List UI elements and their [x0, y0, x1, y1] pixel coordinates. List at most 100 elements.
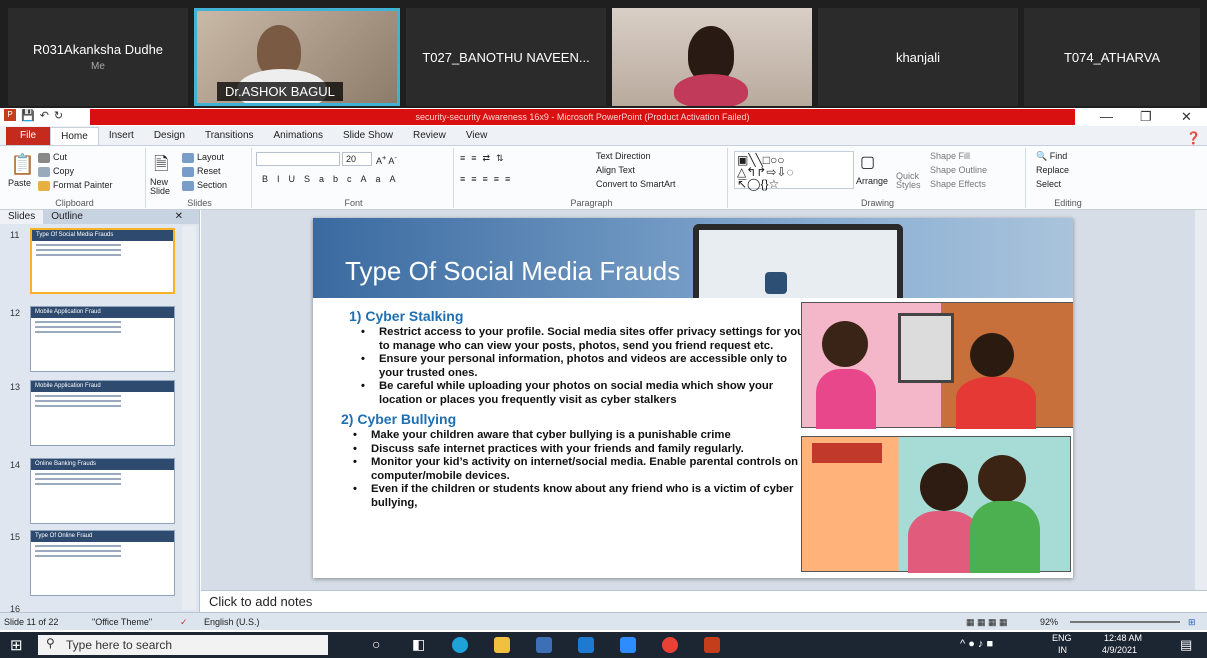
tab-slide-show[interactable]: Slide Show [333, 127, 403, 145]
chrome-icon[interactable] [662, 637, 678, 653]
section-heading: 1) Cyber Stalking [349, 308, 464, 324]
cut-button[interactable]: Cut [38, 152, 67, 163]
tab-transitions[interactable]: Transitions [195, 127, 264, 145]
copy-button[interactable]: Copy [38, 166, 74, 177]
slide-thumbnail[interactable]: Mobile Application Fraud [30, 306, 175, 372]
participant-name: T074_ATHARVA [1063, 49, 1161, 65]
minimize-icon[interactable]: — [1100, 108, 1113, 126]
windows-start-icon[interactable]: ⊞ [10, 636, 23, 654]
participant-sub: Me [91, 61, 105, 72]
bullet: Even if the children or students know ab… [335, 483, 805, 510]
zoom-slider[interactable] [1070, 621, 1180, 623]
taskbar-search[interactable]: Type here to search [38, 635, 328, 655]
slide-number: 13 [10, 382, 21, 392]
font-size-input[interactable]: 20 [342, 152, 372, 166]
tab-file[interactable]: File [6, 127, 51, 145]
group-label: Paragraph [570, 198, 613, 208]
arrange-icon[interactable]: ▢ [860, 152, 875, 172]
list-icons[interactable]: ≡≡⇄⇅ [460, 153, 510, 164]
cortana-icon[interactable]: ○ [372, 636, 380, 652]
group-label: Editing [1054, 198, 1082, 208]
tab-insert[interactable]: Insert [99, 127, 144, 145]
participant-video-active-speaker[interactable]: Dr.ASHOK BAGUL [194, 8, 400, 106]
lock-icon [765, 272, 787, 294]
scissors-icon [38, 152, 50, 163]
font-name-input[interactable] [256, 152, 340, 166]
maximize-icon[interactable]: ❐ [1140, 108, 1152, 126]
font-format-icons[interactable]: BIUSabcAaA [262, 174, 405, 184]
slide-scrollbar[interactable] [1195, 210, 1207, 590]
paste-button[interactable]: Paste [8, 178, 31, 188]
pane-tabs: Slides Outline ✕ [0, 210, 199, 224]
participant-video[interactable] [612, 8, 812, 106]
layout-button[interactable]: Layout [182, 152, 224, 163]
replace-button[interactable]: Replace [1036, 165, 1069, 175]
tab-review[interactable]: Review [403, 127, 456, 145]
undo-icon[interactable]: ↶ [40, 109, 49, 122]
format-painter-button[interactable]: Format Painter [38, 180, 113, 191]
tab-animations[interactable]: Animations [264, 127, 333, 145]
participant-tile[interactable]: T027_BANOTHU NAVEEN... [406, 8, 606, 106]
arrange-button[interactable]: Arrange [856, 176, 888, 186]
close-icon[interactable]: ✕ [1181, 108, 1192, 126]
close-pane-icon[interactable]: ✕ [167, 210, 191, 224]
brush-icon [38, 180, 50, 191]
participant-tile[interactable]: khanjali [818, 8, 1018, 106]
align-icons[interactable]: ≡≡≡≡≡ [460, 174, 516, 184]
paste-icon[interactable]: 📋 [10, 152, 35, 177]
tab-home[interactable]: Home [50, 127, 99, 145]
store-icon[interactable] [536, 637, 552, 653]
reset-button[interactable]: Reset [182, 166, 221, 177]
spellcheck-icon[interactable]: ✓ [180, 613, 188, 631]
task-view-icon[interactable]: ◧ [412, 636, 425, 653]
help-icon[interactable]: ❓ [1186, 131, 1201, 145]
redo-icon[interactable]: ↻ [54, 109, 63, 122]
tab-outline[interactable]: Outline [43, 210, 91, 224]
slide[interactable]: Type Of Social Media Frauds 1) Cyber Sta… [313, 218, 1073, 578]
view-buttons[interactable]: ▦ ▦ ▦ ▦ [966, 613, 1008, 631]
system-tray-icons[interactable]: ^ ● ♪ ■ [960, 638, 993, 650]
save-icon[interactable]: 💾 [21, 109, 35, 122]
slide-thumbnail[interactable]: Type Of Social Media Frauds [30, 228, 175, 294]
align-text-button[interactable]: Align Text [596, 165, 635, 175]
file-explorer-icon[interactable] [494, 637, 510, 653]
zoom-app-icon[interactable] [620, 637, 636, 653]
new-slide-button[interactable]: New Slide [150, 178, 180, 196]
mail-icon[interactable] [578, 637, 594, 653]
font-group: 20 A+ A- BIUSabcAaA Font [254, 148, 454, 208]
slide-thumbnail[interactable]: Type Of Online Fraud [30, 530, 175, 596]
find-button[interactable]: 🔍 Find [1036, 151, 1067, 162]
quick-styles-button[interactable]: Quick Styles [896, 172, 922, 190]
bullet: Monitor your kid’s activity on internet/… [335, 456, 805, 483]
tab-design[interactable]: Design [144, 127, 195, 145]
tab-view[interactable]: View [456, 127, 498, 145]
notes-pane[interactable]: Click to add notes [201, 590, 1207, 612]
group-label: Clipboard [55, 198, 94, 208]
edge-icon[interactable] [452, 637, 468, 653]
pane-scrollbar[interactable] [182, 226, 196, 610]
shapes-gallery[interactable]: ▣╲╲□○○ △↰↱⇨⇩◌ ↸◯{}☆ [734, 151, 854, 190]
text-direction-button[interactable]: Text Direction [596, 151, 651, 161]
section-button[interactable]: Section [182, 180, 227, 191]
language[interactable]: English (U.S.) [204, 613, 260, 631]
powerpoint-taskbar-icon[interactable] [704, 637, 720, 653]
select-button[interactable]: Select [1036, 179, 1061, 189]
participant-tile[interactable]: R031Akanksha Dudhe Me [8, 8, 188, 106]
clock-time[interactable]: 12:48 AM [1104, 633, 1142, 643]
shape-effects-button[interactable]: Shape Effects [930, 179, 986, 189]
tab-slides[interactable]: Slides [0, 210, 44, 224]
participant-tile[interactable]: T074_ATHARVA [1024, 8, 1200, 106]
notification-icon[interactable]: ▤ [1180, 637, 1192, 653]
shape-fill-button[interactable]: Shape Fill [930, 151, 970, 161]
slide-thumbnail[interactable]: Online Banking Frauds [30, 458, 175, 524]
shape-outline-button[interactable]: Shape Outline [930, 165, 987, 175]
fit-slide-icon[interactable]: ⊞ [1188, 613, 1196, 631]
powerpoint-window: P 💾 ↶ ↻ security-security Awareness 16x9… [0, 108, 1207, 632]
slide-thumbnail[interactable]: Mobile Application Fraud [30, 380, 175, 446]
zoom-level[interactable]: 92% [1040, 613, 1058, 631]
grow-font-icon[interactable]: A+ A- [376, 153, 397, 166]
bullet: Restrict access to your profile. Social … [335, 326, 805, 353]
convert-smartart-button[interactable]: Convert to SmartArt [596, 179, 676, 189]
input-language[interactable]: ENG [1052, 633, 1072, 643]
quick-access-toolbar: P 💾 ↶ ↻ [4, 109, 63, 122]
